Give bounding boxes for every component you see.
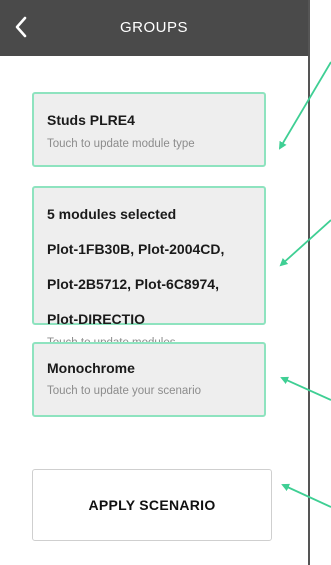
modules-card[interactable]: 5 modules selected Plot-1FB30B, Plot-200… [32, 186, 266, 349]
modules-list-line: Plot-DIRECTIO [47, 311, 145, 327]
header-bar: GROUPS [0, 0, 308, 56]
phone-screen: GROUPS Studs PLRE4 Touch to update modul… [0, 0, 310, 565]
modules-list-line: Plot-1FB30B, Plot-2004CD, [47, 241, 225, 257]
scenario-hint: Touch to update your scenario [47, 385, 202, 397]
back-button[interactable] [6, 12, 36, 42]
page-title: GROUPS [119, 19, 188, 36]
scenario-value: Monochrome [47, 360, 135, 376]
modules-count: 5 modules selected [47, 206, 177, 222]
module-type-card[interactable]: Studs PLRE4 Touch to update module type [32, 92, 266, 167]
module-type-hint: Touch to update module type [47, 138, 195, 150]
module-type-value: Studs PLRE4 [47, 112, 135, 128]
apply-scenario-button[interactable]: APPLY SCENARIO [32, 469, 272, 541]
chevron-left-icon [15, 16, 27, 38]
modules-list-line: Plot-2B5712, Plot-6C8974, [47, 276, 219, 292]
scenario-card[interactable]: Monochrome Touch to update your scenario [32, 342, 266, 417]
